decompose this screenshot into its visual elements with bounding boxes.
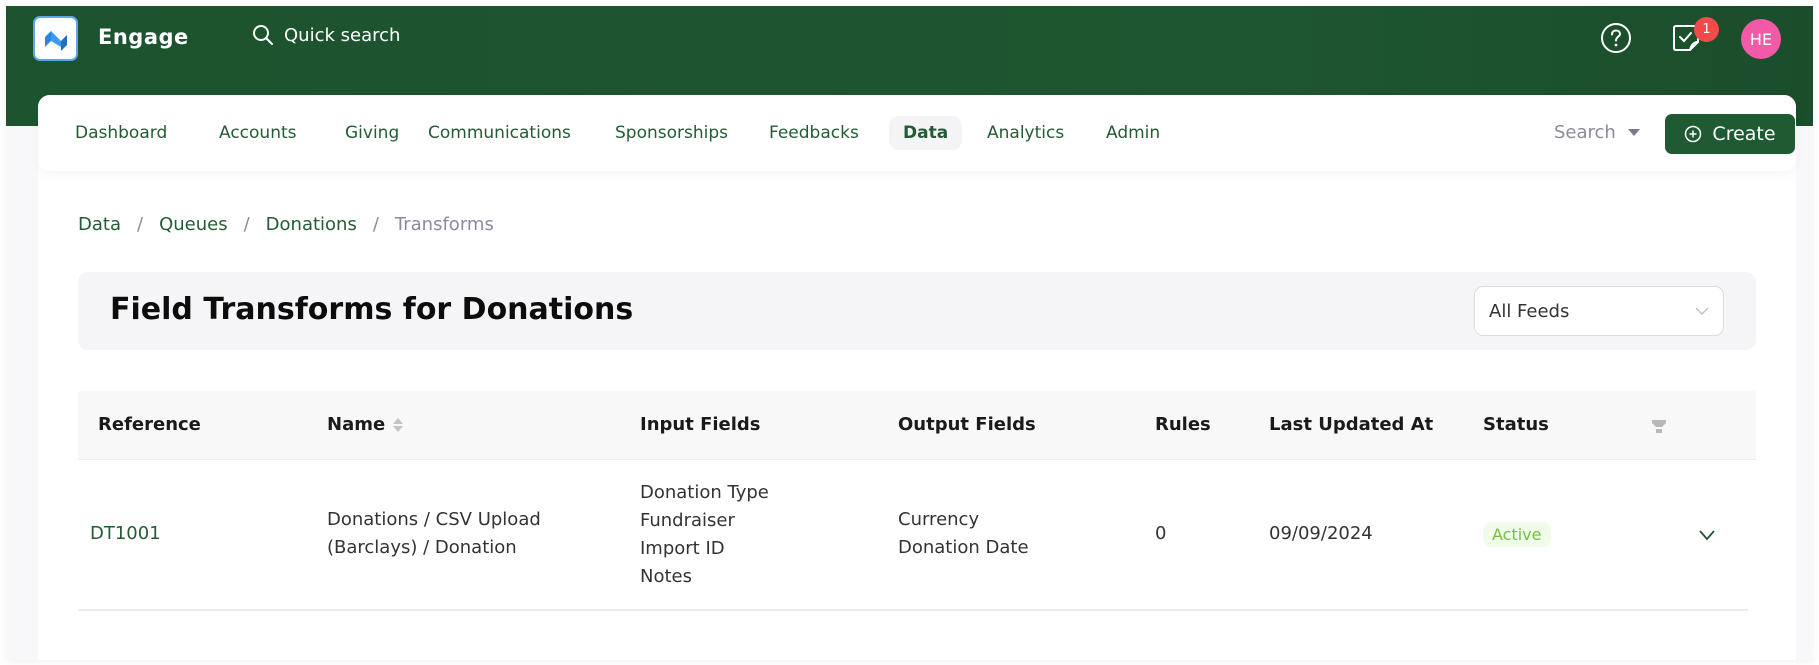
search-icon (253, 25, 273, 45)
filter-icon (1652, 420, 1666, 433)
nav-item-feedbacks[interactable]: Feedbacks (755, 116, 873, 150)
row-output-fields: Currency Donation Date (898, 509, 1029, 558)
page-title: Field Transforms for Donations (110, 292, 634, 327)
row-input-fields: Donation Type Fundraiser Import ID Notes (640, 482, 769, 587)
notification-badge: 1 (1694, 17, 1719, 42)
brand-name: Engage (98, 25, 189, 49)
chevron-down-icon (1695, 307, 1709, 315)
column-status: Status (1483, 414, 1549, 435)
column-rules: Rules (1155, 414, 1211, 435)
column-name[interactable]: Name (327, 414, 404, 435)
nav-item-admin[interactable]: Admin (1092, 116, 1174, 150)
row-name: Donations / CSV Upload (Barclays) / Dona… (327, 509, 541, 558)
nav-item-analytics[interactable]: Analytics (973, 116, 1078, 150)
quick-search-label: Quick search (284, 24, 401, 46)
breadcrumb-queues[interactable]: Queues (159, 214, 228, 235)
row-rules: 0 (1155, 523, 1167, 544)
nav-item-data[interactable]: Data (889, 116, 963, 150)
nav-item-giving[interactable]: Giving (331, 116, 413, 150)
nav-search-dropdown[interactable]: Search (1554, 122, 1640, 143)
create-button[interactable]: Create (1665, 114, 1795, 154)
column-last-updated: Last Updated At (1269, 414, 1434, 435)
status-badge: Active (1483, 522, 1551, 547)
breadcrumb: Data / Queues / Donations / Transforms (78, 214, 494, 235)
table-header: Reference Name Input Fields Output Field… (78, 391, 1756, 460)
user-avatar[interactable]: HE (1741, 19, 1781, 59)
app-logo[interactable] (33, 16, 78, 61)
column-output-fields: Output Fields (898, 414, 1036, 435)
breadcrumb-separator: / (243, 214, 250, 235)
nav-item-sponsorships[interactable]: Sponsorships (601, 116, 742, 150)
nav-search-label: Search (1554, 122, 1616, 143)
title-panel: Field Transforms for Donations All Feeds (78, 272, 1756, 350)
breadcrumb-donations[interactable]: Donations (266, 214, 357, 235)
row-last-updated: 09/09/2024 (1269, 523, 1373, 544)
quick-search-button[interactable]: Quick search (252, 24, 400, 46)
expand-row-button[interactable] (1698, 526, 1716, 545)
main-nav: Dashboard Accounts Giving Communications… (38, 95, 1796, 171)
nav-item-communications[interactable]: Communications (414, 116, 585, 150)
chevron-down-icon (1699, 530, 1715, 541)
feed-filter-value: All Feeds (1489, 300, 1570, 322)
column-input-fields: Input Fields (640, 414, 761, 435)
caret-down-icon (1627, 129, 1640, 136)
create-label: Create (1712, 123, 1776, 145)
breadcrumb-transforms: Transforms (394, 214, 494, 235)
breadcrumb-separator: / (136, 214, 144, 235)
sort-icon[interactable] (393, 417, 404, 432)
logo-icon (44, 30, 67, 51)
nav-item-dashboard[interactable]: Dashboard (61, 116, 181, 150)
breadcrumb-separator: / (372, 214, 379, 235)
table-row: DT1001 Donations / CSV Upload (Barclays)… (78, 460, 1748, 611)
row-reference-link[interactable]: DT1001 (90, 520, 161, 548)
help-icon (1601, 23, 1631, 53)
nav-item-accounts[interactable]: Accounts (205, 116, 311, 150)
plus-circle-icon (1685, 125, 1702, 143)
help-button[interactable] (1600, 22, 1632, 58)
filter-button[interactable] (1652, 419, 1666, 438)
column-reference: Reference (98, 414, 201, 435)
feed-filter-select[interactable]: All Feeds (1474, 286, 1724, 336)
breadcrumb-data[interactable]: Data (78, 214, 121, 235)
